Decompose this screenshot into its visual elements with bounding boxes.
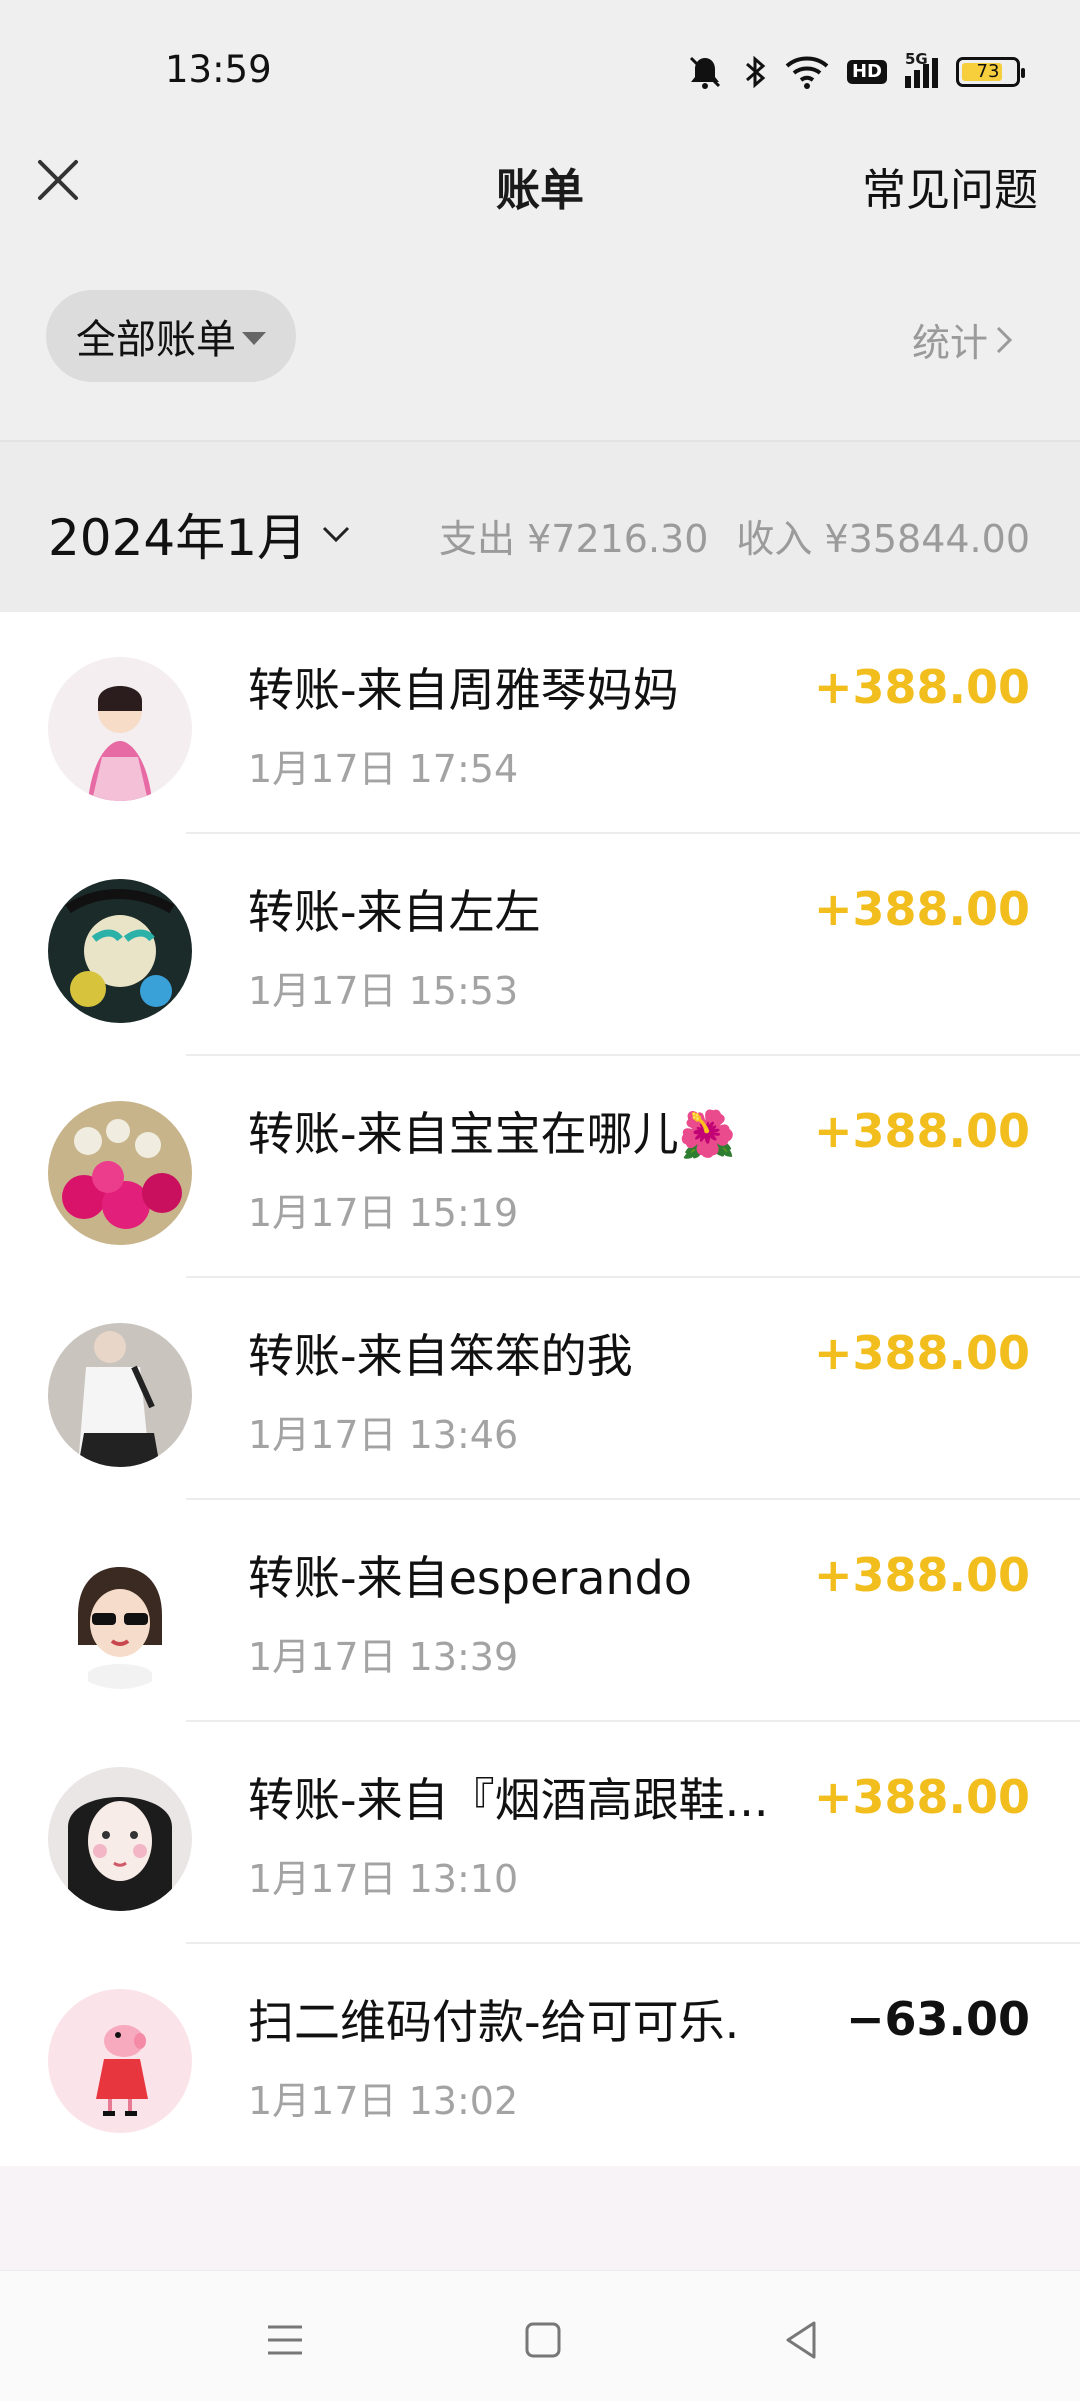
wifi-icon xyxy=(785,54,829,90)
transaction-time: 1月17日 13:10 xyxy=(248,1857,519,1901)
network-type: 5G xyxy=(905,50,928,68)
home-nav-button[interactable] xyxy=(518,2315,568,2365)
bluetooth-icon xyxy=(743,52,767,92)
transaction-time: 1月17日 13:46 xyxy=(248,1413,519,1457)
title-bar: 账单 常见问题 xyxy=(0,140,1080,240)
month-summary: 2024年1月 支出 ¥7216.30 收入 ¥35844.00 xyxy=(0,442,1080,612)
back-triangle-icon xyxy=(786,2321,816,2359)
transaction-title: 转账-来自周雅琴妈妈 xyxy=(248,663,679,717)
status-time: 13:59 xyxy=(165,48,272,91)
back-nav-button[interactable] xyxy=(776,2315,826,2365)
avatar xyxy=(48,1323,192,1467)
transaction-time: 1月17日 17:54 xyxy=(248,747,519,791)
avatar xyxy=(48,1989,192,2133)
transaction-amount: +388.00 xyxy=(813,1770,1030,1824)
chevron-right-icon xyxy=(996,326,1013,353)
avatar xyxy=(48,657,192,801)
transaction-title: 转账-来自esperando xyxy=(248,1551,692,1605)
month-totals: 支出 ¥7216.30 收入 ¥35844.00 xyxy=(439,508,1030,563)
square-home-icon xyxy=(525,2322,561,2358)
avatar xyxy=(48,1101,192,1245)
transaction-row[interactable]: 转账-来自笨笨的我 1月17日 13:46 +388.00 xyxy=(0,1278,1080,1500)
transaction-row[interactable]: 转账-来自周雅琴妈妈 1月17日 17:54 +388.00 xyxy=(0,612,1080,834)
transaction-list: 转账-来自周雅琴妈妈 1月17日 17:54 +388.00 转账-来自左左 1… xyxy=(0,612,1080,2166)
transaction-title: 转账-来自宝宝在哪儿🌺 xyxy=(248,1107,736,1161)
system-nav-bar xyxy=(0,2270,1080,2401)
list-footer-space xyxy=(0,2166,1080,2276)
income-total: 收入 ¥35844.00 xyxy=(736,517,1030,561)
battery-level: 73 xyxy=(976,61,1000,82)
hd-badge: HD xyxy=(846,60,887,84)
dropdown-triangle-icon xyxy=(242,331,266,345)
battery-icon: 73 xyxy=(956,57,1025,87)
transaction-row[interactable]: 扫二维码付款-给可可乐. 1月17日 13:02 −63.00 xyxy=(0,1944,1080,2166)
bill-filter-label: 全部账单 xyxy=(76,317,236,363)
transaction-amount: +388.00 xyxy=(813,1104,1030,1158)
chevron-down-icon xyxy=(323,526,350,543)
transaction-title: 转账-来自左左 xyxy=(248,885,541,939)
transaction-amount: +388.00 xyxy=(813,1548,1030,1602)
statistics-link[interactable]: 统计 xyxy=(912,312,1014,367)
signal-icon: 5G xyxy=(905,50,938,88)
transaction-title: 转账-来自『烟酒高跟鞋... xyxy=(248,1773,769,1827)
transaction-time: 1月17日 15:53 xyxy=(248,969,519,1013)
month-label: 2024年1月 xyxy=(48,509,308,567)
expense-total: 支出 ¥7216.30 xyxy=(439,517,709,561)
transaction-amount: +388.00 xyxy=(813,882,1030,936)
transaction-amount: +388.00 xyxy=(813,660,1030,714)
transaction-title: 转账-来自笨笨的我 xyxy=(248,1329,633,1383)
menu-nav-button[interactable] xyxy=(260,2315,310,2365)
transaction-row[interactable]: 转账-来自左左 1月17日 15:53 +388.00 xyxy=(0,834,1080,1056)
menu-icon xyxy=(268,2325,302,2355)
status-bar: 13:59 HD 5G 73 xyxy=(0,0,1080,140)
transaction-amount: −63.00 xyxy=(845,1992,1030,2046)
mute-icon xyxy=(685,52,725,92)
faq-link[interactable]: 常见问题 xyxy=(862,154,1038,218)
month-selector[interactable]: 2024年1月 xyxy=(48,498,351,570)
close-button[interactable] xyxy=(28,150,88,210)
transaction-row[interactable]: 转账-来自『烟酒高跟鞋... 1月17日 13:10 +388.00 xyxy=(0,1722,1080,1944)
avatar xyxy=(48,1545,192,1689)
bill-filter-dropdown[interactable]: 全部账单 xyxy=(46,290,296,382)
avatar xyxy=(48,1767,192,1911)
status-icons: HD 5G 73 xyxy=(685,50,1025,94)
filter-row: 全部账单 统计 xyxy=(0,290,1080,386)
transaction-time: 1月17日 13:39 xyxy=(248,1635,519,1679)
avatar xyxy=(48,879,192,1023)
close-icon xyxy=(38,160,78,200)
transaction-time: 1月17日 15:19 xyxy=(248,1191,519,1235)
transaction-row[interactable]: 转账-来自esperando 1月17日 13:39 +388.00 xyxy=(0,1500,1080,1722)
statistics-label: 统计 xyxy=(911,321,988,365)
transaction-time: 1月17日 13:02 xyxy=(248,2079,519,2123)
transaction-amount: +388.00 xyxy=(813,1326,1030,1380)
transaction-title: 扫二维码付款-给可可乐. xyxy=(248,1995,740,2049)
transaction-row[interactable]: 转账-来自宝宝在哪儿🌺 1月17日 15:19 +388.00 xyxy=(0,1056,1080,1278)
